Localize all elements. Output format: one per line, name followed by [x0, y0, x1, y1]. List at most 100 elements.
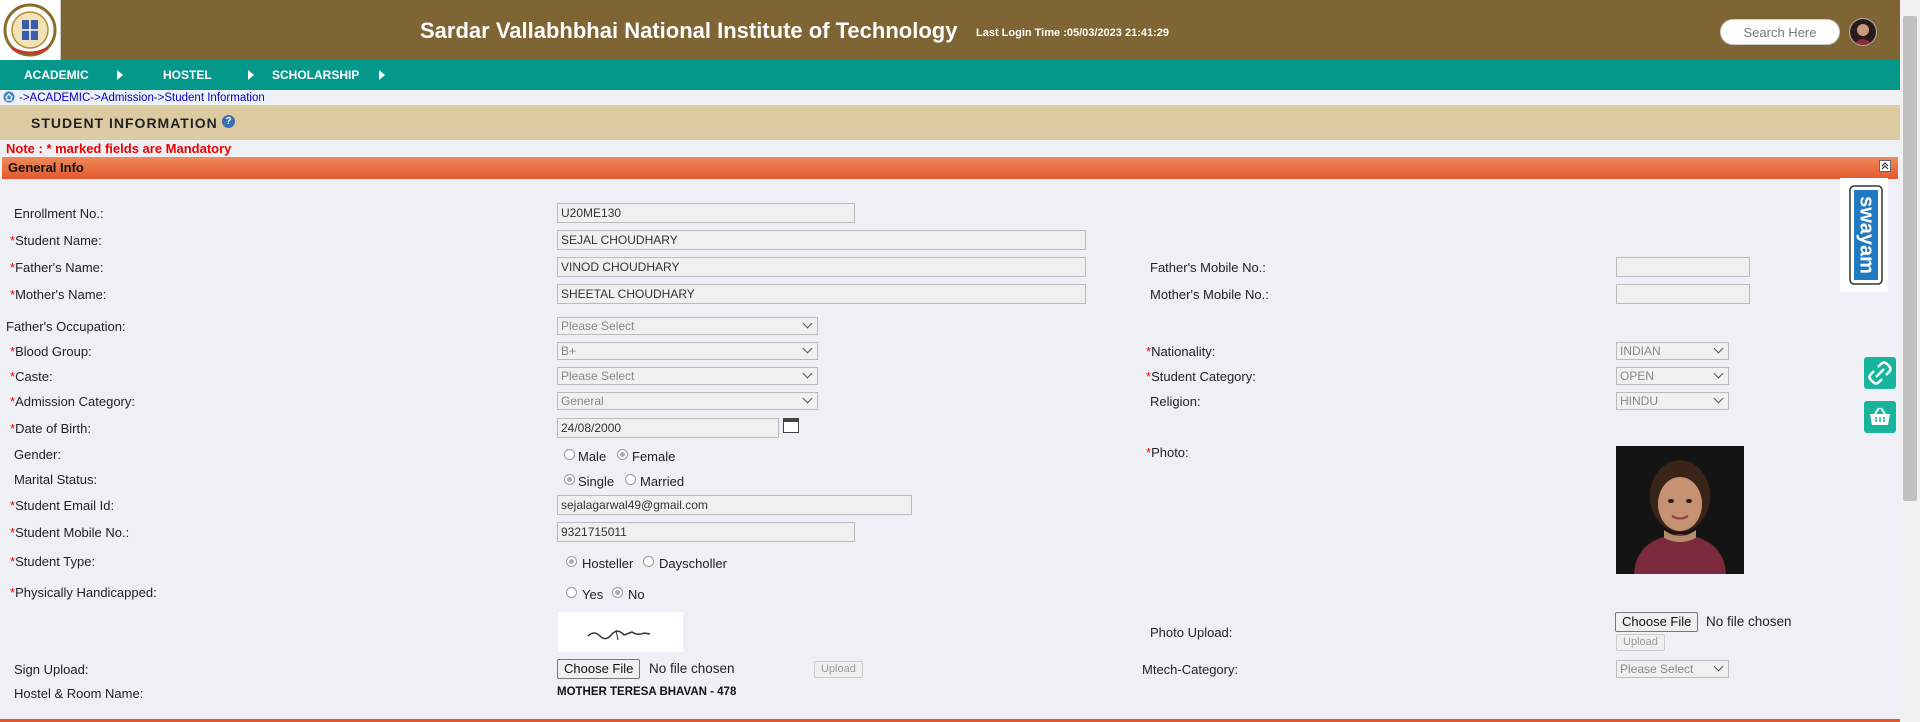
student-category-select[interactable]: OPEN	[1616, 367, 1729, 385]
institute-logo	[0, 0, 61, 60]
breadcrumb: ->ACADEMIC->Admission->Student Informati…	[0, 91, 265, 105]
ph-yes-radio[interactable]	[566, 587, 577, 598]
chevron-down-icon	[1713, 393, 1724, 404]
hosteller-radio[interactable]	[566, 556, 577, 567]
nav-arrow-icon[interactable]	[248, 70, 254, 80]
religion-label: Religion:	[1150, 394, 1201, 409]
chevron-down-icon	[802, 368, 813, 379]
sign-choose-file-button[interactable]: Choose File	[557, 659, 641, 679]
marital-married-label: Married	[640, 474, 685, 489]
scrollbar-thumb[interactable]	[1903, 16, 1917, 501]
collapse-icon[interactable]	[1879, 160, 1891, 172]
mother-name-field[interactable]: SHEETAL CHOUDHARY	[557, 284, 1086, 304]
marital-single-radio[interactable]	[564, 474, 575, 485]
email-field[interactable]: sejalagarwal49@gmail.com	[557, 495, 912, 515]
mother-name-label: *Mother's Name:	[10, 287, 107, 302]
page-title: STUDENT INFORMATION	[31, 115, 218, 131]
site-title: Sardar Vallabhbhai National Institute of…	[420, 18, 958, 43]
enrollment-label: Enrollment No.:	[14, 206, 104, 221]
admission-category-select[interactable]: General	[557, 392, 818, 410]
blood-group-select[interactable]: B+	[557, 342, 818, 360]
link-icon[interactable]	[1864, 357, 1896, 389]
student-category-label: *Student Category:	[1146, 369, 1256, 384]
search-input[interactable]: Search Here	[1720, 19, 1840, 45]
photo-label: *Photo:	[1146, 445, 1189, 460]
ph-no-label: No	[628, 587, 645, 602]
gender-male-label: Male	[578, 449, 607, 464]
nav-item-academic[interactable]: ACADEMIC	[24, 68, 89, 82]
nationality-label: *Nationality:	[1146, 344, 1216, 359]
mobile-field[interactable]: 9321715011	[557, 522, 855, 542]
chevron-down-icon	[1713, 368, 1724, 379]
father-occupation-label: Father's Occupation:	[6, 319, 126, 334]
signature-image	[558, 612, 683, 652]
page-header-bar	[0, 105, 1900, 140]
mtech-category-select[interactable]: Please Select	[1616, 660, 1729, 678]
last-login-time: Last Login Time :05/03/2023 21:41:29	[976, 27, 1169, 39]
ph-yes-label: Yes	[582, 587, 604, 602]
help-icon[interactable]: ?	[222, 115, 235, 128]
nav-arrow-icon[interactable]	[117, 70, 123, 80]
hostel-room-value: MOTHER TERESA BHAVAN - 478	[557, 686, 737, 698]
hosteller-label: Hosteller	[582, 556, 634, 571]
calendar-icon[interactable]	[783, 418, 799, 433]
enrollment-field[interactable]: U20ME130	[557, 203, 855, 223]
blood-group-label: *Blood Group:	[10, 344, 92, 359]
user-avatar-icon[interactable]	[1849, 18, 1877, 46]
photo-no-file-text: No file chosen	[1706, 614, 1792, 629]
chevron-down-icon	[802, 318, 813, 329]
sign-upload-button[interactable]: Upload	[814, 661, 863, 678]
student-name-label: *Student Name:	[10, 233, 102, 248]
sign-no-file-text: No file chosen	[649, 661, 735, 676]
basket-icon[interactable]	[1864, 401, 1896, 433]
marital-married-radio[interactable]	[625, 474, 636, 485]
mtech-category-label: Mtech-Category:	[1142, 662, 1239, 677]
photo-upload-button[interactable]: Upload	[1616, 634, 1665, 651]
gender-female-label: Female	[632, 449, 676, 464]
section-title: General Info	[8, 160, 84, 175]
email-label: *Student Email Id:	[10, 498, 115, 513]
chevron-down-icon	[802, 343, 813, 354]
mobile-label: *Student Mobile No.:	[10, 525, 130, 540]
section-header-bar	[2, 157, 1898, 179]
photo-choose-file-button[interactable]: Choose File	[1615, 612, 1699, 632]
caste-label: *Caste:	[10, 369, 53, 384]
father-name-field[interactable]: VINOD CHOUDHARY	[557, 257, 1086, 277]
swayam-logo-text: swayam	[1856, 196, 1878, 274]
ph-no-radio[interactable]	[612, 587, 623, 598]
student-type-label: *Student Type:	[10, 554, 96, 569]
physically-handicapped-label: *Physically Handicapped:	[10, 585, 157, 600]
breadcrumb-path[interactable]: ->ACADEMIC->Admission->Student Informati…	[19, 92, 265, 104]
sign-upload-label: Sign Upload:	[14, 662, 89, 677]
photo-upload-label: Photo Upload:	[1150, 625, 1233, 640]
nav-arrow-icon[interactable]	[379, 70, 385, 80]
home-icon[interactable]	[3, 91, 15, 106]
gender-male-radio[interactable]	[564, 449, 575, 460]
chevron-down-icon	[1713, 343, 1724, 354]
father-mobile-label: Father's Mobile No.:	[1150, 260, 1266, 275]
caste-select[interactable]: Please Select	[557, 367, 818, 385]
nav-item-hostel[interactable]: HOSTEL	[163, 68, 212, 82]
mandatory-note: Note : * marked fields are Mandatory	[6, 141, 232, 156]
dob-field[interactable]: 24/08/2000	[557, 418, 779, 438]
mother-mobile-field[interactable]	[1616, 284, 1750, 304]
dob-label: *Date of Birth:	[10, 421, 91, 436]
nav-item-scholarship[interactable]: SCHOLARSHIP	[272, 68, 359, 82]
chevron-down-icon	[802, 393, 813, 404]
father-occupation-select[interactable]: Please Select	[557, 317, 818, 335]
religion-select[interactable]: HINDU	[1616, 392, 1729, 410]
father-mobile-field[interactable]	[1616, 257, 1750, 277]
hostel-room-label: Hostel & Room Name:	[14, 686, 144, 701]
gender-female-radio[interactable]	[617, 449, 628, 460]
student-photo	[1616, 446, 1744, 574]
main-nav: ACADEMIC HOSTEL SCHOLARSHIP	[0, 60, 1900, 90]
dayscholler-radio[interactable]	[643, 556, 654, 567]
marital-status-label: Marital Status:	[14, 472, 98, 487]
student-name-field[interactable]: SEJAL CHOUDHARY	[557, 230, 1086, 250]
gender-label: Gender:	[14, 447, 61, 462]
nationality-select[interactable]: INDIAN	[1616, 342, 1729, 360]
swayam-logo[interactable]: swayam	[1840, 178, 1888, 292]
dayscholler-label: Dayscholler	[659, 556, 727, 571]
chevron-down-icon	[1713, 661, 1724, 672]
mother-mobile-label: Mother's Mobile No.:	[1150, 287, 1269, 302]
